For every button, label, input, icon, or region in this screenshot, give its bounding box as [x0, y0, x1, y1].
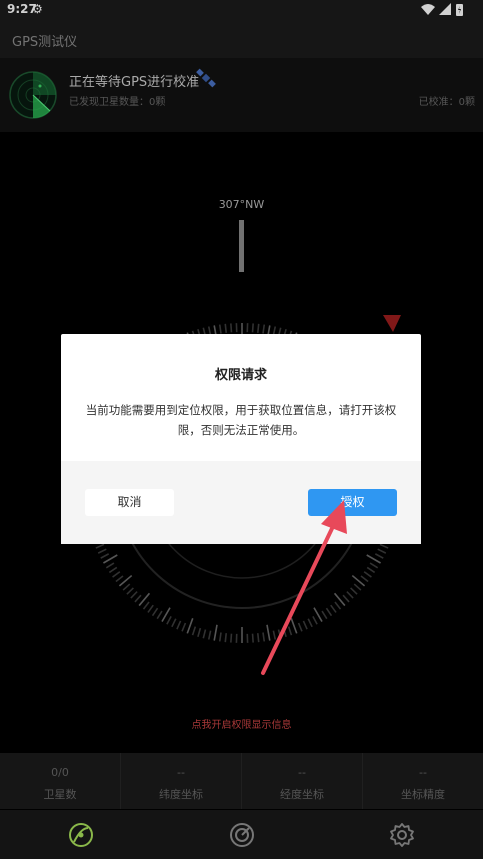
stat-label: 纬度坐标 [159, 788, 203, 801]
cancel-button[interactable]: 取消 [85, 489, 174, 516]
stat-value: -- [298, 766, 306, 779]
stat-value: 0/0 [51, 766, 69, 779]
annotation-arrow-icon [261, 500, 347, 675]
dialog-message: 当前功能需要用到定位权限，用于获取位置信息，请打开该权限，否则无法正常使用。 [85, 403, 397, 437]
dialog-title: 权限请求 [214, 368, 267, 383]
stat-value: -- [177, 766, 185, 779]
gear-icon[interactable] [389, 822, 415, 848]
stat-value: -- [419, 766, 427, 779]
stat-label: 坐标精度 [401, 788, 445, 801]
permission-dialog: 权限请求 当前功能需要用到定位权限，用于获取位置信息，请打开该权限，否则无法正常… [61, 334, 421, 544]
stat-satellites: 0/0 卫星数 [0, 753, 121, 809]
stat-label: 经度坐标 [280, 788, 324, 801]
stat-longitude: -- 经度坐标 [242, 753, 363, 809]
satellite-radar-icon[interactable] [68, 822, 94, 848]
stat-label: 卫星数 [43, 788, 77, 801]
compass-icon[interactable] [229, 822, 255, 848]
stat-accuracy: -- 坐标精度 [363, 753, 483, 809]
stat-latitude: -- 纬度坐标 [121, 753, 242, 809]
dialog-footer: 取消 授权 [61, 461, 421, 544]
stats-row: 0/0 卫星数 -- 纬度坐标 -- 经度坐标 -- 坐标精度 [0, 753, 483, 809]
enable-permission-hint[interactable]: 点我开启权限显示信息 [0, 716, 483, 731]
bottom-nav [0, 810, 483, 859]
